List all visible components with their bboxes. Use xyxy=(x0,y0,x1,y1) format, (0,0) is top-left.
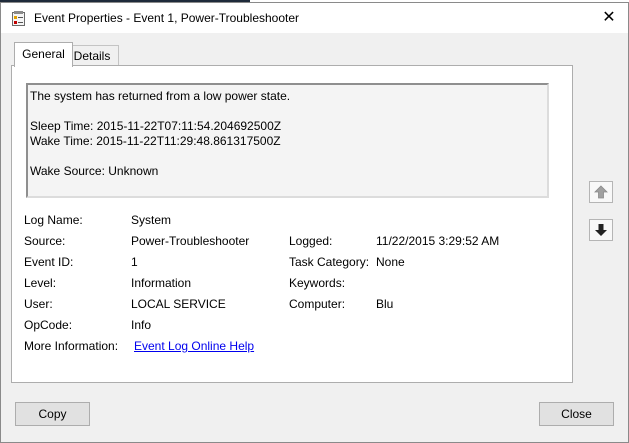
task-category-value: None xyxy=(376,255,405,269)
source-value: Power-Troubleshooter xyxy=(131,234,250,248)
description-summary: The system has returned from a low power… xyxy=(30,89,291,103)
log-name-value: System xyxy=(131,213,172,227)
arrow-up-icon xyxy=(594,185,608,199)
more-information-label: More Information: xyxy=(24,339,119,353)
logged-label: Logged: xyxy=(289,234,333,248)
computer-label: Computer: xyxy=(289,297,346,311)
computer-value: Blu xyxy=(376,297,394,311)
tab-general[interactable]: General xyxy=(14,42,73,67)
window-title: Event Properties - Event 1, Power-Troubl… xyxy=(34,11,300,25)
level-value: Information xyxy=(131,276,192,290)
event-id-value: 1 xyxy=(131,255,138,269)
wake-time-text: Wake Time: 2015-11-22T11:29:48.861317500… xyxy=(30,134,281,148)
general-tab-panel: The system has returned from a low power… xyxy=(11,65,573,383)
user-value: LOCAL SERVICE xyxy=(131,297,226,311)
close-icon[interactable]: ✕ xyxy=(596,5,622,31)
opcode-value: Info xyxy=(131,318,152,332)
tab-details[interactable]: Details xyxy=(65,45,119,66)
copy-button[interactable]: Copy xyxy=(15,402,90,426)
opcode-label: OpCode: xyxy=(24,318,73,332)
event-viewer-icon xyxy=(12,11,25,26)
next-event-button[interactable] xyxy=(589,219,613,241)
wake-source-text: Wake Source: Unknown xyxy=(30,164,159,178)
event-description-box[interactable]: The system has returned from a low power… xyxy=(26,83,549,198)
log-name-label: Log Name: xyxy=(24,213,83,227)
previous-event-button[interactable] xyxy=(589,181,613,203)
level-label: Level: xyxy=(24,276,57,290)
event-properties-window: Event Properties - Event 1, Power-Troubl… xyxy=(0,2,629,443)
close-button[interactable]: Close xyxy=(539,402,614,426)
source-label: Source: xyxy=(24,234,66,248)
keywords-label: Keywords: xyxy=(289,276,346,290)
logged-value: 11/22/2015 3:29:52 AM xyxy=(376,234,500,248)
sleep-time-text: Sleep Time: 2015-11-22T07:11:54.20469250… xyxy=(30,119,282,133)
task-category-label: Task Category: xyxy=(289,255,370,269)
event-id-label: Event ID: xyxy=(24,255,74,269)
user-label: User: xyxy=(24,297,53,311)
title-bar[interactable]: Event Properties - Event 1, Power-Troubl… xyxy=(1,3,628,33)
arrow-down-icon xyxy=(595,224,607,236)
event-log-online-help-link[interactable]: Event Log Online Help xyxy=(134,339,254,353)
